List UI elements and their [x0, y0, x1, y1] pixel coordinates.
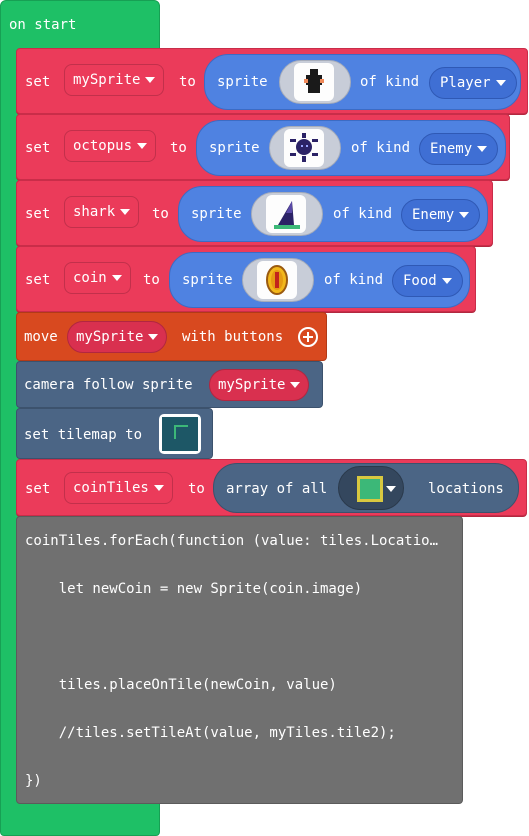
- set-cointiles-block[interactable]: set coinTiles to array of all locations: [16, 459, 527, 516]
- chevron-down-icon: [290, 382, 301, 388]
- kind-dropdown-enemy[interactable]: Enemy: [401, 199, 481, 231]
- kind-name: Food: [403, 273, 437, 289]
- variable-name: octopus: [73, 138, 133, 154]
- variable-name: coin: [73, 270, 107, 286]
- chevron-down-icon: [111, 275, 122, 281]
- with-buttons-label: with buttons: [182, 329, 284, 345]
- tile-picker-dropdown[interactable]: [338, 466, 404, 510]
- tilemap-picker[interactable]: [159, 414, 201, 454]
- variable-dropdown-mysprite[interactable]: mySprite: [67, 321, 168, 353]
- sprite-of-kind-block[interactable]: sprite of kind Player: [204, 54, 521, 110]
- coin-sprite-icon: [257, 261, 297, 299]
- set-label: set: [25, 74, 51, 90]
- chevron-down-icon: [495, 80, 506, 86]
- to-label: to: [179, 74, 196, 90]
- to-label: to: [188, 481, 205, 497]
- sprite-image-picker[interactable]: [279, 60, 351, 104]
- tilemap-preview-icon: [162, 417, 198, 451]
- sprite-label: sprite: [217, 74, 268, 90]
- move-with-buttons-block[interactable]: move mySprite with buttons: [16, 312, 327, 361]
- on-start-label: on start: [9, 17, 77, 33]
- chevron-down-icon: [137, 143, 148, 149]
- variable-dropdown-octopus[interactable]: octopus: [64, 130, 157, 162]
- set-label: set: [25, 481, 51, 497]
- of-kind-label: of kind: [324, 272, 384, 288]
- chevron-down-icon: [120, 209, 131, 215]
- sprite-label: sprite: [209, 140, 260, 156]
- sprite-label: sprite: [182, 272, 233, 288]
- variable-name: mySprite: [73, 72, 141, 88]
- set-label: set: [25, 140, 51, 156]
- chevron-down-icon: [153, 485, 164, 491]
- chevron-down-icon: [148, 334, 159, 340]
- variable-dropdown-shark[interactable]: shark: [64, 196, 140, 228]
- sprite-image-picker[interactable]: [251, 192, 323, 236]
- code-line-foreach: coinTiles.forEach(function (value: tiles…: [25, 533, 439, 549]
- locations-label: locations: [428, 481, 504, 497]
- variable-dropdown-mysprite[interactable]: mySprite: [209, 369, 310, 401]
- code-line-new-coin: let newCoin = new Sprite(coin.image): [25, 581, 363, 597]
- set-mysprite-block[interactable]: set mySprite to sprite of kind Player: [16, 48, 528, 114]
- green-tile-icon: [357, 476, 383, 502]
- array-of-all-label: array of all: [226, 481, 328, 497]
- set-label: set: [25, 206, 51, 222]
- to-label: to: [152, 206, 169, 222]
- sprite-of-kind-block[interactable]: sprite of kind Enemy: [178, 186, 488, 242]
- javascript-code-block[interactable]: coinTiles.forEach(function (value: tiles…: [16, 516, 463, 804]
- to-label: to: [170, 140, 187, 156]
- to-label: to: [143, 272, 160, 288]
- of-kind-label: of kind: [360, 74, 420, 90]
- of-kind-label: of kind: [333, 206, 393, 222]
- sprite-of-kind-block[interactable]: sprite of kind Food: [169, 252, 470, 308]
- kind-name: Enemy: [412, 207, 455, 223]
- chevron-down-icon: [459, 212, 470, 218]
- sprite-of-kind-block[interactable]: sprite of kind Enemy: [196, 120, 506, 176]
- camera-follow-sprite-block[interactable]: camera follow sprite mySprite: [16, 361, 323, 408]
- kind-name: Enemy: [430, 141, 473, 157]
- kind-name: Player: [440, 75, 491, 91]
- chevron-down-icon: [145, 77, 156, 83]
- set-octopus-block[interactable]: set octopus to sprite of kind Enemy: [16, 114, 510, 180]
- set-tilemap-block[interactable]: set tilemap to: [16, 408, 213, 459]
- chevron-down-icon: [441, 278, 452, 284]
- camera-follow-label: camera follow sprite: [24, 377, 193, 393]
- chevron-down-icon: [477, 146, 488, 152]
- variable-name: mySprite: [76, 329, 144, 345]
- variable-dropdown-mysprite[interactable]: mySprite: [64, 64, 165, 96]
- array-of-all-locations-block[interactable]: array of all locations: [213, 463, 519, 513]
- variable-dropdown-cointiles[interactable]: coinTiles: [64, 472, 173, 504]
- sprite-label: sprite: [191, 206, 242, 222]
- set-tilemap-label: set tilemap to: [24, 427, 143, 443]
- shark-fin-sprite-icon: [266, 195, 306, 233]
- code-line-place-on-tile: tiles.placeOnTile(newCoin, value): [25, 677, 337, 693]
- variable-name: shark: [73, 204, 116, 220]
- variable-dropdown-coin[interactable]: coin: [64, 262, 131, 294]
- code-line-set-tile-comment: //tiles.setTileAt(value, myTiles.tile2);: [25, 725, 396, 741]
- set-label: set: [25, 272, 51, 288]
- chevron-down-icon: [386, 486, 396, 492]
- set-coin-block[interactable]: set coin to sprite of kind Food: [16, 246, 476, 312]
- ghost-sprite-icon: [294, 63, 334, 101]
- of-kind-label: of kind: [351, 140, 411, 156]
- kind-dropdown-enemy[interactable]: Enemy: [419, 133, 499, 165]
- sprite-image-picker[interactable]: [269, 126, 341, 170]
- octopus-sprite-icon: [284, 129, 324, 167]
- variable-name: mySprite: [218, 377, 286, 393]
- kind-dropdown-player[interactable]: Player: [429, 67, 517, 99]
- code-line-close: }): [25, 773, 42, 789]
- variable-name: coinTiles: [73, 480, 149, 496]
- move-label: move: [24, 329, 58, 345]
- set-shark-block[interactable]: set shark to sprite of kind Enemy: [16, 180, 493, 246]
- kind-dropdown-food[interactable]: Food: [392, 265, 463, 297]
- plus-circle-icon[interactable]: [298, 327, 318, 347]
- sprite-image-picker[interactable]: [242, 258, 314, 302]
